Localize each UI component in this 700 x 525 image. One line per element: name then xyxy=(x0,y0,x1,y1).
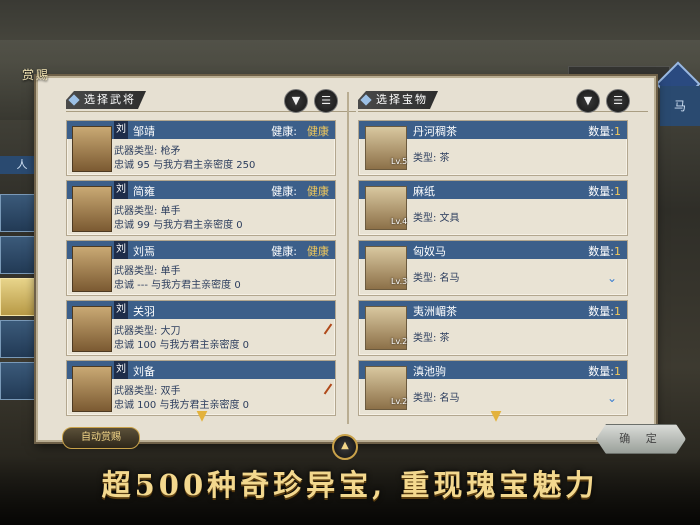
treasure-card[interactable]: Lv.2 夷洲嵋茶 数量:1 类型: 茶 xyxy=(358,300,628,356)
confirm-button[interactable]: 确 定 xyxy=(596,424,686,454)
treasure-card[interactable]: Lv.4 麻纸 数量:1 类型: 文具 xyxy=(358,180,628,236)
treasure-name: 麻纸 xyxy=(413,185,435,198)
treasure-quantity: 数量:1 xyxy=(588,123,621,139)
auto-reward-button[interactable]: 自动赏赐 xyxy=(62,427,140,449)
treasure-quantity: 数量:1 xyxy=(588,243,621,259)
filter-icon[interactable]: ▼ xyxy=(576,89,600,113)
health-label: 健康: xyxy=(271,185,297,198)
quantity-label: 数量: xyxy=(588,365,614,378)
loyalty-intimacy: 忠诚 100 与我方君主亲密度 0 xyxy=(114,340,249,351)
weapon-type: 武器类型: 枪矛 xyxy=(114,146,181,157)
treasure-name: 滇池驹 xyxy=(413,365,446,378)
column-divider xyxy=(347,92,349,424)
general-portrait xyxy=(72,306,112,352)
treasure-name: 夷洲嵋茶 xyxy=(413,305,457,318)
side-tab-right[interactable]: 马 xyxy=(660,86,700,126)
quantity-value: 1 xyxy=(614,125,621,138)
quantity-label: 数量: xyxy=(588,185,614,198)
health-label: 健康: xyxy=(271,125,297,138)
collapse-up-icon[interactable]: ▲ xyxy=(332,434,358,460)
generals-list[interactable]: 刘 邹靖 健康: 健康 武器类型: 枪矛 忠诚 95 与我方君主亲密度 250 … xyxy=(66,118,336,426)
quantity-value: 1 xyxy=(614,185,621,198)
treasure-level: Lv.5 xyxy=(391,157,408,166)
treasure-level: Lv.4 xyxy=(391,217,408,226)
general-name: 刘备 xyxy=(133,365,155,378)
treasure-quantity: 数量:1 xyxy=(588,303,621,319)
treasure-level: Lv.2 xyxy=(391,397,408,406)
general-card[interactable]: 刘 简雍 健康: 健康 武器类型: 单手 忠诚 99 与我方君主亲密度 0 xyxy=(66,180,336,236)
treasure-type: 类型: 名马 xyxy=(413,393,460,404)
general-portrait xyxy=(72,366,112,412)
general-portrait xyxy=(72,126,112,172)
treasure-type: 类型: 文具 xyxy=(413,213,460,224)
weapon-icon xyxy=(323,323,333,335)
health-label: 健康: xyxy=(271,245,297,258)
scroll-down-arrow-icon[interactable]: ▼ xyxy=(486,409,506,423)
faction-badge: 刘 xyxy=(114,181,128,199)
treasure-card[interactable]: Lv.5 丹河稠茶 数量:1 类型: 茶 xyxy=(358,120,628,176)
treasure-level: Lv.2 xyxy=(391,337,408,346)
loyalty-intimacy: 忠诚 99 与我方君主亲密度 0 xyxy=(114,220,243,231)
loyalty-intimacy: 忠诚 95 与我方君主亲密度 250 xyxy=(114,160,256,171)
chevron-down-icon[interactable]: ⌄ xyxy=(607,391,617,405)
general-card[interactable]: 刘 关羽 武器类型: 大刀 忠诚 100 与我方君主亲密度 0 xyxy=(66,300,336,356)
treasure-type: 类型: 茶 xyxy=(413,153,450,164)
generals-header-label: 选择武将 xyxy=(66,91,146,109)
scroll-down-arrow-icon[interactable]: ▼ xyxy=(192,409,212,423)
general-portrait xyxy=(72,186,112,232)
weapon-type: 武器类型: 单手 xyxy=(114,266,181,277)
quantity-value: 1 xyxy=(614,245,621,258)
general-card[interactable]: 刘 邹靖 健康: 健康 武器类型: 枪矛 忠诚 95 与我方君主亲密度 250 xyxy=(66,120,336,176)
general-name: 简雍 xyxy=(133,185,155,198)
general-card[interactable]: 刘 刘焉 健康: 健康 武器类型: 单手 忠诚 --- 与我方君主亲密度 0 xyxy=(66,240,336,296)
general-name: 关羽 xyxy=(133,305,155,318)
health-value: 健康 xyxy=(307,185,329,198)
health-value: 健康 xyxy=(307,245,329,258)
treasures-list[interactable]: Lv.5 丹河稠茶 数量:1 类型: 茶 Lv.4 麻纸 数量:1 类型: 文具… xyxy=(358,118,628,426)
treasure-quantity: 数量:1 xyxy=(588,183,621,199)
treasure-level: Lv.3 xyxy=(391,277,408,286)
loyalty-intimacy: 忠诚 100 与我方君主亲密度 0 xyxy=(114,400,249,411)
treasure-name: 丹河稠茶 xyxy=(413,125,457,138)
loyalty-intimacy: 忠诚 --- 与我方君主亲密度 0 xyxy=(114,280,241,291)
treasure-quantity: 数量:1 xyxy=(588,363,621,379)
treasures-header: 选择宝物 ▼ ☰ xyxy=(358,89,648,113)
generals-header: 选择武将 ▼ ☰ xyxy=(66,89,356,113)
weapon-icon xyxy=(323,383,333,395)
health-value: 健康 xyxy=(307,125,329,138)
treasures-header-label: 选择宝物 xyxy=(358,91,438,109)
weapon-type: 武器类型: 大刀 xyxy=(114,326,181,337)
quantity-label: 数量: xyxy=(588,245,614,258)
list-sort-icon[interactable]: ☰ xyxy=(606,89,630,113)
quantity-value: 1 xyxy=(614,365,621,378)
quantity-label: 数量: xyxy=(588,125,614,138)
general-portrait xyxy=(72,246,112,292)
faction-badge: 刘 xyxy=(114,241,128,259)
general-name: 刘焉 xyxy=(133,245,155,258)
treasure-type: 类型: 茶 xyxy=(413,333,450,344)
weapon-type: 武器类型: 单手 xyxy=(114,206,181,217)
treasure-card[interactable]: Lv.3 匈奴马 数量:1 类型: 名马 ⌄ xyxy=(358,240,628,296)
list-sort-icon[interactable]: ☰ xyxy=(314,89,338,113)
weapon-type: 武器类型: 双手 xyxy=(114,386,181,397)
faction-badge: 刘 xyxy=(114,301,128,319)
faction-badge: 刘 xyxy=(114,361,128,379)
quantity-value: 1 xyxy=(614,305,621,318)
promo-slogan: 超500种奇珍异宝, 重现瑰宝魅力 xyxy=(101,468,599,502)
treasure-type: 类型: 名马 xyxy=(413,273,460,284)
panel-title: 赏赐 xyxy=(22,68,51,82)
quantity-label: 数量: xyxy=(588,305,614,318)
faction-badge: 刘 xyxy=(114,121,128,139)
filter-icon[interactable]: ▼ xyxy=(284,89,308,113)
chevron-down-icon[interactable]: ⌄ xyxy=(607,271,617,285)
general-name: 邹靖 xyxy=(133,125,155,138)
treasure-name: 匈奴马 xyxy=(413,245,446,258)
